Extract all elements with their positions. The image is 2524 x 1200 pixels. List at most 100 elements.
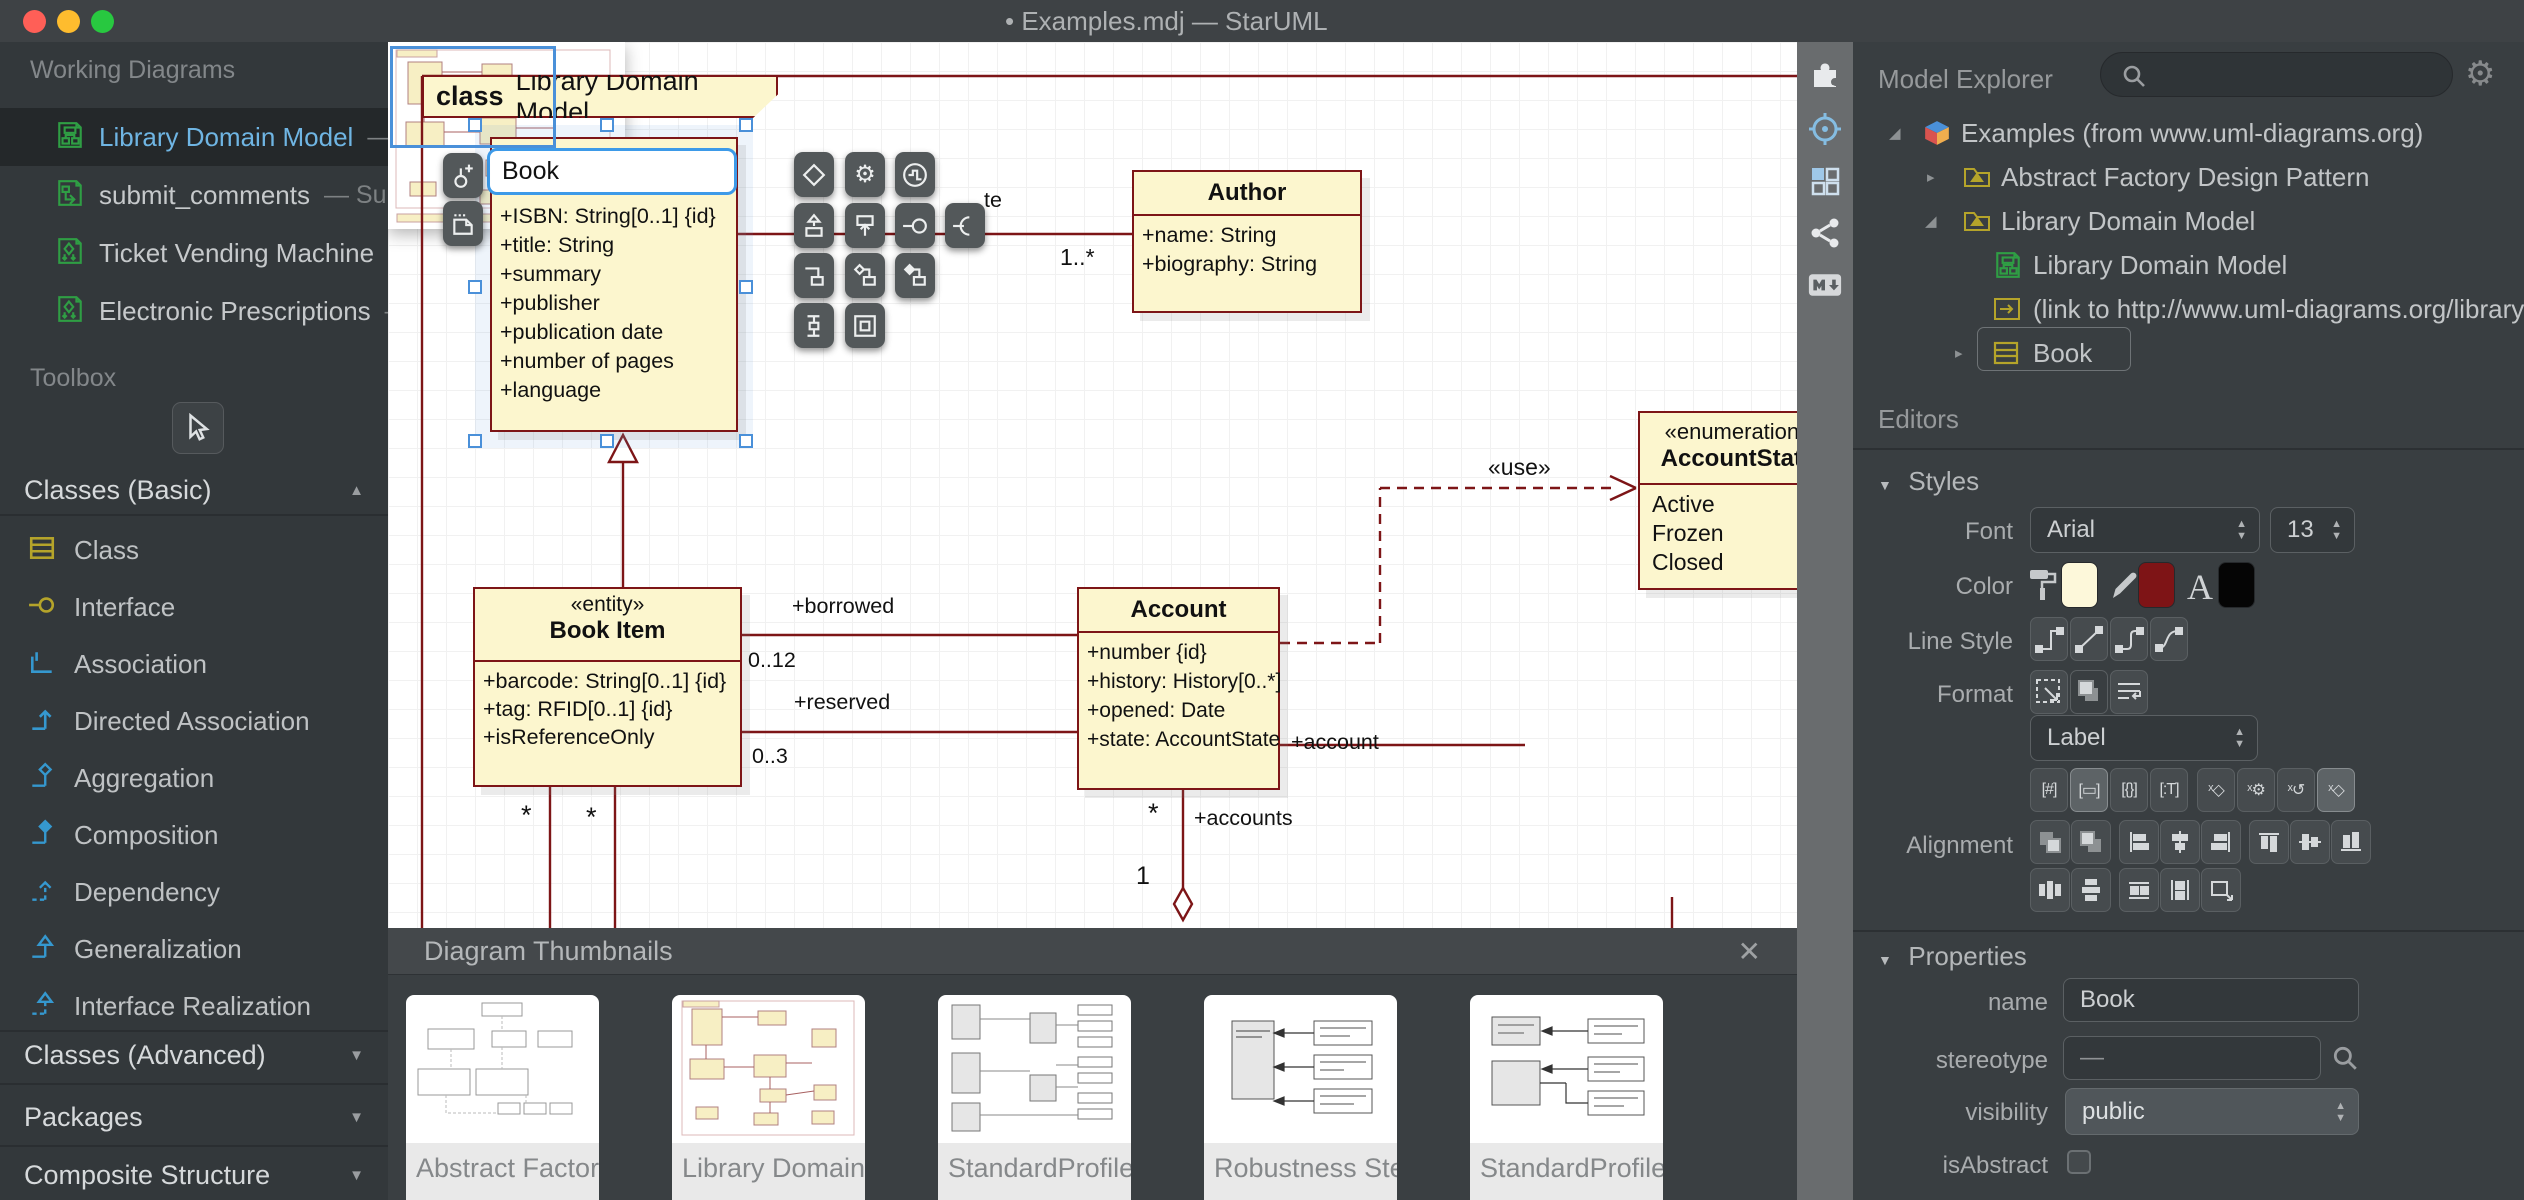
- align-center-button[interactable]: [2160, 820, 2200, 864]
- use-dependency-label[interactable]: «use»: [1488, 454, 1551, 481]
- account-role[interactable]: +account: [1291, 730, 1379, 755]
- distribute-vertically-button[interactable]: [2071, 868, 2111, 912]
- close-window-button[interactable]: [23, 10, 46, 33]
- toggle-show-property-button[interactable]: [{}]: [2110, 768, 2148, 812]
- line-style-rectilinear-button[interactable]: [2030, 617, 2068, 661]
- toolbox-section-composite-structure[interactable]: Composite Structure ▼: [0, 1152, 388, 1198]
- toggle-suppress-attributes-button[interactable]: ˣ◇: [2197, 768, 2235, 812]
- distribute-horizontally-button[interactable]: [2030, 868, 2070, 912]
- author-class[interactable]: Author +name: String +biography: String: [1132, 170, 1362, 313]
- add-note-button[interactable]: [443, 201, 483, 246]
- tool-aggregation[interactable]: Aggregation: [0, 750, 388, 807]
- toggle-show-multiplicity-button[interactable]: [#]: [2030, 768, 2068, 812]
- relationships-button[interactable]: [1808, 216, 1842, 250]
- account-multiplicity[interactable]: *: [1148, 798, 1159, 829]
- line-style-oblique-button[interactable]: [2070, 617, 2108, 661]
- accounts-role[interactable]: +accounts: [1194, 806, 1293, 831]
- line-style-curve-button[interactable]: [2150, 617, 2188, 661]
- thumbnail-library-domain-model[interactable]: Library Domain Model: [672, 995, 865, 1200]
- thumbnail-robustness-stereotypes[interactable]: Robustness Stereotypes: [1204, 995, 1397, 1200]
- tool-generalization[interactable]: Generalization: [0, 921, 388, 978]
- selection-handle[interactable]: [600, 434, 614, 448]
- toolbox-section-classes-advanced[interactable]: Classes (Advanced) ▼: [0, 1032, 388, 1078]
- align-bottom-button[interactable]: [2331, 820, 2371, 864]
- quick-state-button[interactable]: [895, 152, 935, 197]
- align-right-button[interactable]: [2201, 820, 2241, 864]
- reserved-role[interactable]: +reserved: [794, 690, 890, 715]
- align-middle-button[interactable]: [2290, 820, 2330, 864]
- selection-handle[interactable]: [739, 118, 753, 132]
- book-item-class[interactable]: «entity» Book Item +barcode: String[0..1…: [473, 587, 742, 787]
- quick-constraint-button[interactable]: [845, 203, 885, 248]
- quick-containment-button[interactable]: [794, 303, 834, 348]
- line-style-rounded-button[interactable]: [2110, 617, 2148, 661]
- thumbnail-standardprofilel3[interactable]: StandardProfileL3: [1470, 995, 1663, 1200]
- quick-nested-class-button[interactable]: [845, 303, 885, 348]
- toolbox-section-packages[interactable]: Packages ▼: [0, 1094, 388, 1140]
- tool-composition[interactable]: Composition: [0, 807, 388, 864]
- account-class[interactable]: Account +number {id} +history: History[0…: [1077, 587, 1281, 790]
- working-diagram-library-domain-model[interactable]: Library Domain Model — Lib: [0, 108, 388, 166]
- match-size-button[interactable]: [2201, 868, 2241, 912]
- quick-generalization-button[interactable]: [794, 203, 834, 248]
- bring-to-front-button[interactable]: [2071, 820, 2111, 864]
- format-word-wrap-button[interactable]: [2110, 670, 2148, 714]
- expanded-icon[interactable]: ◢: [1925, 212, 1937, 230]
- library-multiplicity[interactable]: 1: [1136, 862, 1150, 891]
- focus-button[interactable]: [1808, 112, 1842, 146]
- working-diagram-submit-comments[interactable]: submit_comments — Submit: [0, 166, 388, 224]
- toolbox-section-classes-basic[interactable]: Classes (Basic) ▲: [0, 467, 388, 513]
- tool-directed-association[interactable]: Directed Association: [0, 693, 388, 750]
- tree-item-library-domain-model-folder[interactable]: ◢ Library Domain Model: [1853, 199, 2524, 243]
- account-state-enumeration[interactable]: «enumeration» AccountState Active Frozen…: [1638, 411, 1797, 590]
- quick-aggregation-button[interactable]: [845, 253, 885, 298]
- tree-item-book[interactable]: ▸ Book: [1853, 331, 2524, 375]
- selection-handle[interactable]: [739, 280, 753, 294]
- borrowed-multiplicity[interactable]: 0..12: [748, 648, 796, 673]
- styles-section-header[interactable]: ▼ Styles: [1878, 466, 1979, 497]
- selection-handle[interactable]: [739, 434, 753, 448]
- toggle-show-type-button[interactable]: [:T]: [2150, 768, 2188, 812]
- toggle-show-operation-button[interactable]: [▭]: [2070, 768, 2108, 812]
- collapsed-icon[interactable]: ▸: [1927, 168, 1935, 186]
- tool-interface-realization[interactable]: Interface Realization: [0, 978, 388, 1035]
- send-to-back-button[interactable]: [2030, 820, 2070, 864]
- tool-dependency[interactable]: Dependency: [0, 864, 388, 921]
- search-input[interactable]: [2100, 52, 2453, 97]
- isabstract-checkbox[interactable]: [2067, 1150, 2091, 1174]
- properties-section-header[interactable]: ▼ Properties: [1878, 941, 2027, 972]
- toggle-suppress-receptions-button[interactable]: ˣ↺: [2277, 768, 2315, 812]
- clipped-association-label[interactable]: te: [984, 188, 1002, 213]
- toggle-suppress-operations-button[interactable]: ˣ⚙: [2237, 768, 2275, 812]
- bookitem-multiplicity-b[interactable]: *: [586, 802, 597, 833]
- selection-handle[interactable]: [468, 280, 482, 294]
- select-tool-button[interactable]: [172, 402, 224, 454]
- tree-item-abstract-factory[interactable]: ▸ Abstract Factory Design Pattern: [1853, 155, 2524, 199]
- layout-button[interactable]: [1808, 164, 1842, 198]
- name-input[interactable]: Book: [2063, 978, 2359, 1022]
- visibility-select[interactable]: public ▲ ▼: [2065, 1088, 2359, 1135]
- fill-color-swatch[interactable]: [2061, 562, 2098, 608]
- align-top-button[interactable]: [2249, 820, 2289, 864]
- minimap-viewport[interactable]: [390, 46, 556, 148]
- tree-item-examples[interactable]: ◢ Examples (from www.uml-diagrams.org): [1853, 111, 2524, 155]
- format-auto-resize-button[interactable]: [2030, 670, 2068, 714]
- line-color-swatch[interactable]: [2138, 562, 2175, 608]
- close-icon[interactable]: ✕: [1738, 935, 1761, 968]
- tree-item-library-domain-model-diagram[interactable]: Library Domain Model: [1853, 243, 2524, 287]
- space-equally-vertically-button[interactable]: [2160, 868, 2200, 912]
- selection-handle[interactable]: [468, 434, 482, 448]
- author-multiplicity[interactable]: 1..*: [1060, 244, 1095, 271]
- minimize-window-button[interactable]: [57, 10, 80, 33]
- collapsed-icon[interactable]: ▸: [1955, 344, 1963, 362]
- working-diagram-electronic-prescriptions[interactable]: Electronic Prescriptions — E: [0, 282, 388, 340]
- thumbnail-standardprofilel2[interactable]: StandardProfileL2: [938, 995, 1131, 1200]
- quick-provided-interface-button[interactable]: [895, 203, 935, 248]
- space-equally-horizontally-button[interactable]: [2119, 868, 2159, 912]
- extensions-button[interactable]: [1808, 58, 1842, 92]
- quick-diamond-button[interactable]: [794, 152, 834, 197]
- tree-item-hyperlink[interactable]: (link to http://www.uml-diagrams.org/lib…: [1853, 287, 2524, 331]
- markdown-button[interactable]: [1808, 268, 1842, 302]
- tool-interface[interactable]: Interface: [0, 579, 388, 636]
- font-color-swatch[interactable]: [2218, 562, 2255, 608]
